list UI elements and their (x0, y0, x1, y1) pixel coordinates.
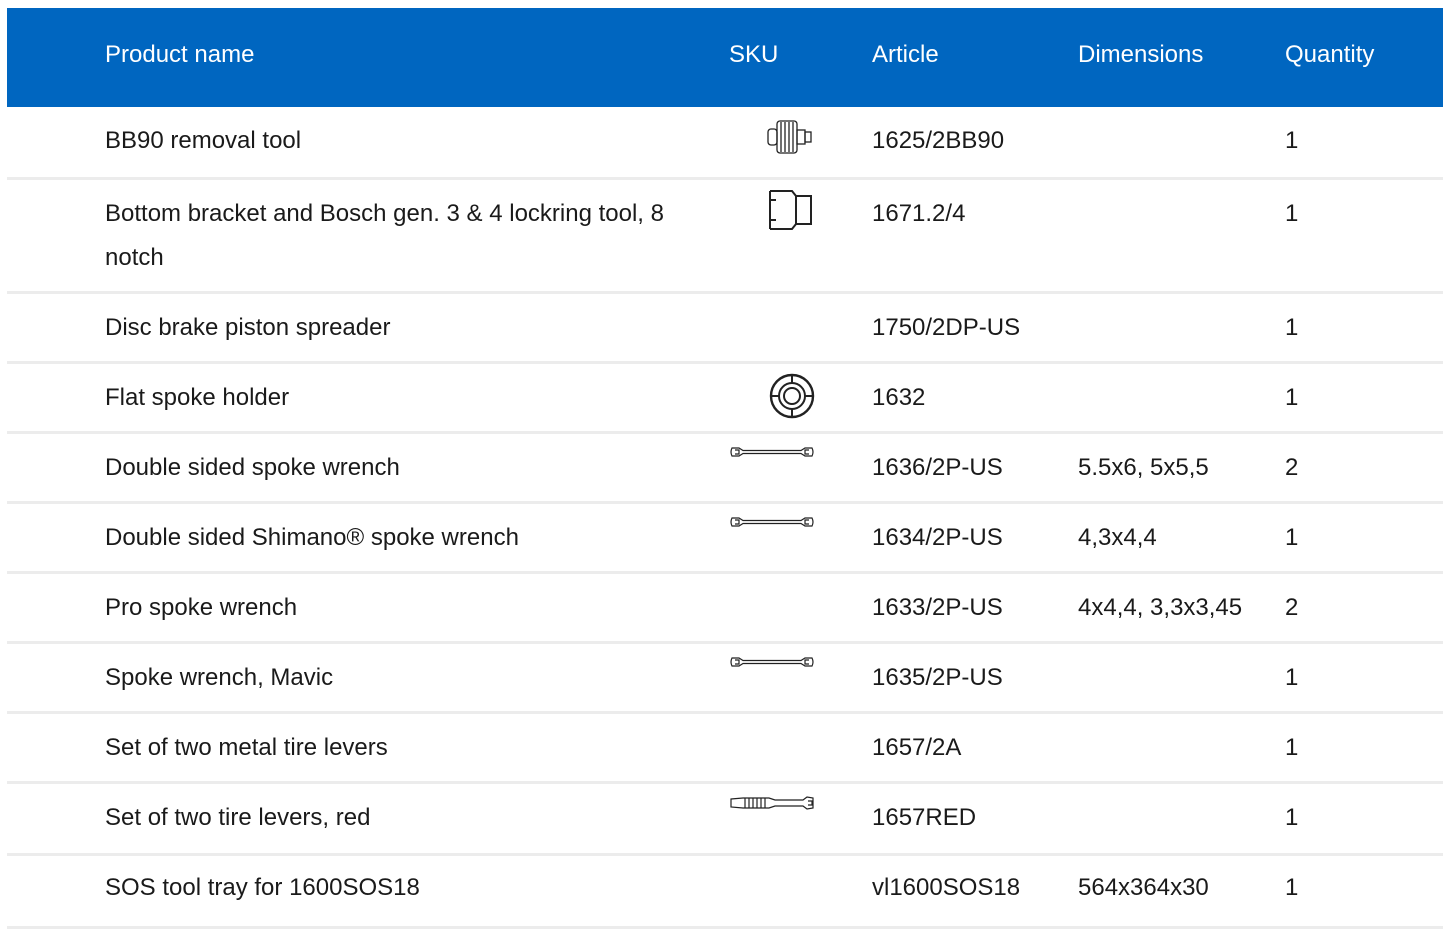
dimensions: 5.5x6, 5x5,5 (1078, 454, 1209, 481)
table-row[interactable]: Double sided Shimano® spoke wrench 1634/2… (7, 504, 1443, 574)
tools-table: Product name SKU Article Dimensions Quan… (7, 8, 1443, 929)
bb90-tool-icon (766, 117, 814, 157)
quantity: 2 (1285, 454, 1299, 481)
table-row[interactable]: Spoke wrench, Mavic 1635/2P-US 1 (7, 644, 1443, 714)
article-number: 1657RED (872, 804, 977, 831)
article-number: 1750/2DP-US (872, 314, 1021, 341)
table-row[interactable]: Double sided spoke wrench 1636/2P-US 5.5x6… (7, 434, 1443, 504)
column-header-article[interactable]: Article (872, 8, 939, 107)
quantity: 1 (1285, 734, 1299, 761)
article-number: 1625/2BB90 (872, 127, 1005, 154)
table-row[interactable]: SOS tool tray for 1600SOS18 vl1600SOS18 56… (7, 856, 1443, 929)
product-name: BB90 removal tool (105, 127, 302, 154)
product-name: Set of two metal tire levers (105, 734, 388, 761)
table-row[interactable]: BB90 removal tool 1625/2BB90 1 (7, 107, 1443, 180)
column-header-dimensions[interactable]: Dimensions (1078, 8, 1203, 107)
table-row[interactable]: Disc brake piston spreader 1750/2DP-US 1 (7, 294, 1443, 364)
spoke-wrench-icon (729, 444, 815, 460)
quantity: 1 (1285, 874, 1299, 901)
lockring-tool-icon (766, 188, 814, 232)
quantity: 1 (1285, 804, 1299, 831)
column-header-quantity[interactable]: Quantity (1285, 8, 1374, 107)
dimensions: 564x364x30 (1078, 874, 1209, 901)
quantity: 2 (1285, 594, 1299, 621)
product-name: Disc brake piston spreader (105, 314, 391, 341)
quantity: 1 (1285, 314, 1299, 341)
table-row[interactable]: Flat spoke holder 1632 1 (7, 364, 1443, 434)
table-header: Product name SKU Article Dimensions Quan… (7, 8, 1443, 107)
product-name: Double sided spoke wrench (105, 454, 400, 481)
quantity: 1 (1285, 127, 1299, 154)
spoke-wrench-icon (729, 514, 815, 530)
tire-lever-icon (729, 794, 815, 812)
dimensions: 4,3x4,4 (1078, 524, 1157, 551)
column-header-product-name[interactable]: Product name (105, 8, 254, 107)
product-name: Pro spoke wrench (105, 594, 298, 621)
column-header-sku[interactable]: SKU (729, 8, 778, 107)
spoke-wrench-icon (729, 654, 815, 670)
quantity: 1 (1285, 384, 1299, 411)
article-number: 1657/2A (872, 734, 962, 761)
article-number: 1635/2P-US (872, 664, 1003, 691)
product-name: Spoke wrench, Mavic (105, 664, 334, 691)
product-name: Bottom bracket and Bosch gen. 3 & 4 lock… (105, 200, 664, 271)
dimensions: 4x4,4, 3,3x3,45 (1078, 594, 1243, 621)
article-number: 1636/2P-US (872, 454, 1003, 481)
product-name: Flat spoke holder (105, 384, 290, 411)
table-body: BB90 removal tool 1625/2BB90 1 Bottom brack… (7, 107, 1443, 929)
quantity: 1 (1285, 664, 1299, 691)
article-number: 1671.2/4 (872, 200, 966, 227)
article-number: 1632 (872, 384, 926, 411)
table-row[interactable]: Set of two tire levers, red 1657RED 1 (7, 784, 1443, 856)
product-name: SOS tool tray for 1600SOS18 (105, 874, 420, 901)
quantity: 1 (1285, 524, 1299, 551)
product-name: Double sided Shimano® spoke wrench (105, 524, 519, 551)
quantity: 1 (1285, 200, 1299, 227)
table-row[interactable]: Pro spoke wrench 1633/2P-US 4x4,4, 3,3x3,4… (7, 574, 1443, 644)
article-number: vl1600SOS18 (872, 874, 1021, 901)
table-row[interactable]: Bottom bracket and Bosch gen. 3 & 4 lock… (7, 180, 1443, 294)
product-name: Set of two tire levers, red (105, 804, 371, 831)
article-number: 1634/2P-US (872, 524, 1003, 551)
table-row[interactable]: Set of two metal tire levers 1657/2A 1 (7, 714, 1443, 784)
spoke-holder-icon (768, 372, 816, 420)
article-number: 1633/2P-US (872, 594, 1003, 621)
